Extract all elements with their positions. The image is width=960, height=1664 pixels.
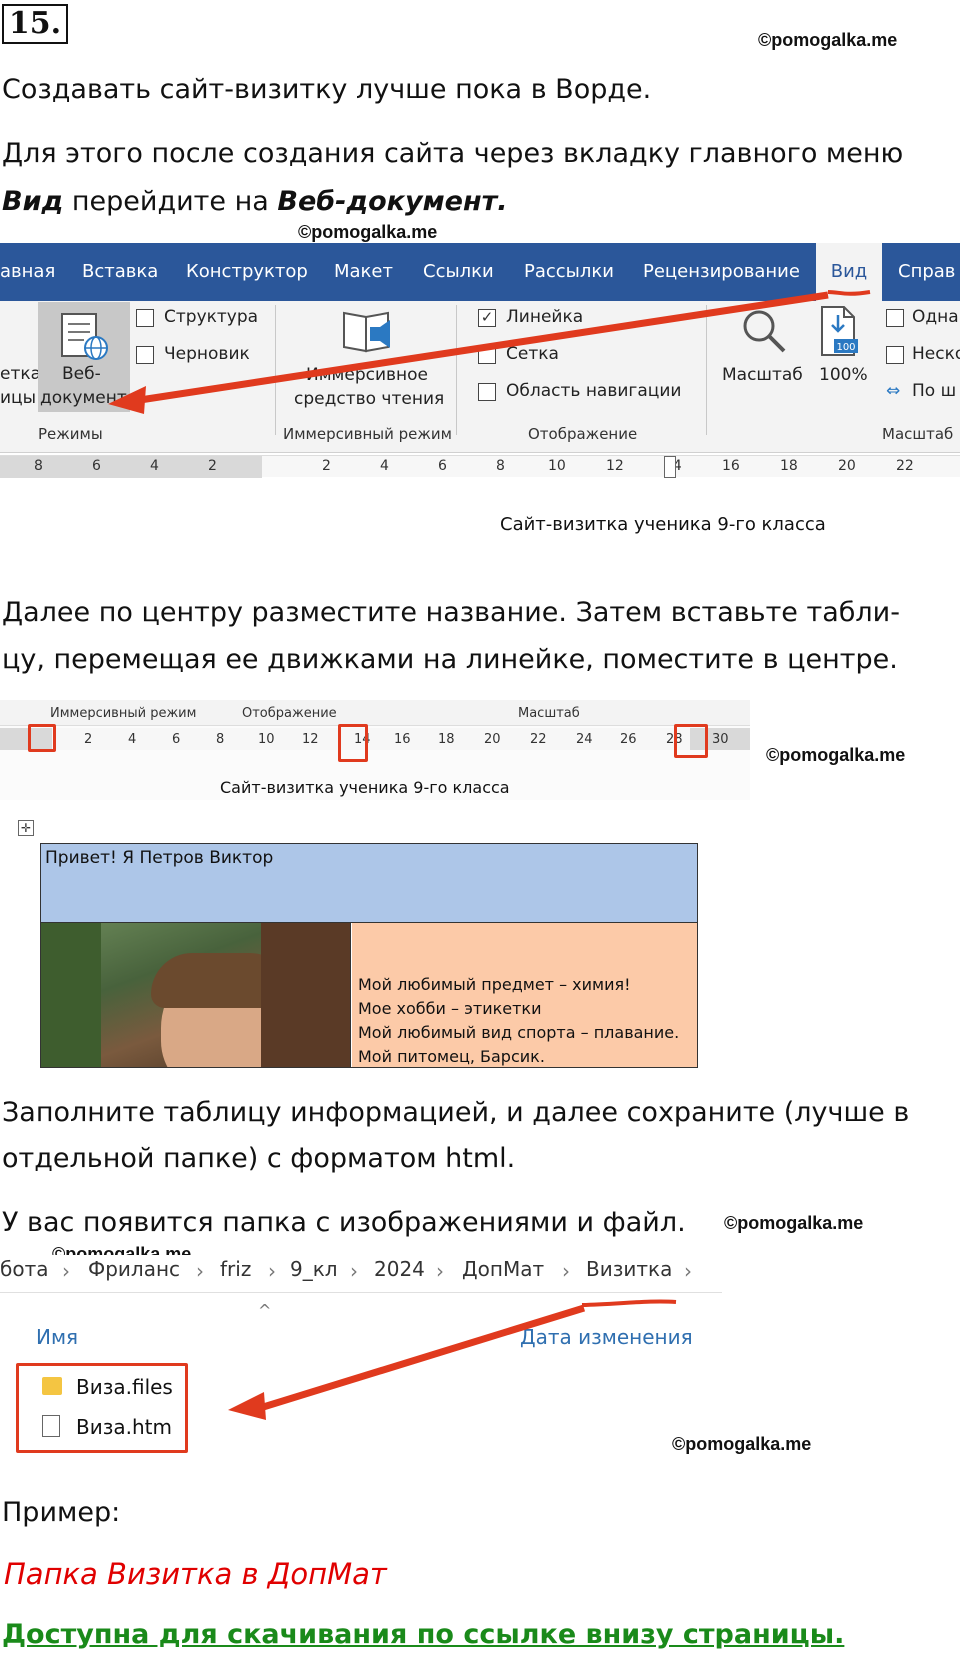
ruler-tick: 30 [712, 732, 729, 747]
paragraph-save-line1: Заполните таблицу информацией, и далее с… [2, 1097, 910, 1128]
document-title: Сайт-визитка ученика 9-го класса [220, 778, 510, 797]
download-link[interactable]: Доступна для скачивания по ссылке внизу … [2, 1619, 844, 1650]
paragraph-result: У вас появится папка с изображениями и ф… [2, 1207, 686, 1238]
info-line: Мой питомец, Барсик. [358, 1047, 545, 1066]
ruler-tick: 2 [208, 458, 217, 474]
student-photo [41, 923, 351, 1067]
ruler-tick: 20 [484, 732, 501, 747]
center-marker-highlight [338, 724, 368, 762]
right-marker-highlight [674, 724, 708, 758]
example-label: Пример: [2, 1497, 121, 1528]
pointer-arrow-1 [108, 290, 871, 414]
ruler[interactable]: 2 4 6 8 10 12 14 16 18 20 22 24 26 28 30 [0, 728, 750, 750]
ruler-tick: 18 [438, 732, 455, 747]
ruler-tick: 20 [838, 458, 856, 474]
ruler-tick: 12 [606, 458, 624, 474]
info-line: Мое хобби – этикетки [358, 999, 542, 1018]
ruler-tick: 10 [548, 458, 566, 474]
ruler-tick: 22 [896, 458, 914, 474]
watermark: ©pomogalka.me [672, 1434, 812, 1454]
web-card-table: Привет! Я Петров Виктор Мой любимый пред… [40, 843, 698, 1068]
ruler-tick: 4 [380, 458, 389, 474]
ruler-tick: 16 [394, 732, 411, 747]
group-label: Отображение [242, 706, 337, 721]
watermark: ©pomogalka.me [724, 1213, 864, 1233]
table-move-handle-icon[interactable]: ✛ [18, 820, 34, 836]
ruler-tick: 22 [530, 732, 547, 747]
photo-plant [41, 923, 101, 1067]
ruler-tick: 2 [84, 732, 93, 747]
paragraph-table-line2: цу, перемещая ее движками на линейке, по… [2, 644, 898, 675]
pointer-arrow-2 [228, 1299, 677, 1420]
info-line: Мой любимый вид спорта – плавание. [358, 1023, 680, 1042]
group-label: Масштаб [518, 706, 580, 721]
ruler-tick: 6 [172, 732, 181, 747]
paragraph-save-line2: отдельной папке) с форматом html. [2, 1143, 516, 1174]
example-link-part: пка Визитка в ДопМат [43, 1557, 387, 1591]
ribbon-groups-strip: Иммерсивный режим Отображение Масштаб [0, 700, 750, 726]
ruler-tick: 2 [322, 458, 331, 474]
ruler-tick: 6 [92, 458, 101, 474]
left-marker-highlight [28, 724, 56, 752]
table-header-text: Привет! Я Петров Виктор [45, 848, 274, 868]
ruler-tick: 16 [722, 458, 740, 474]
ruler-tick: 12 [302, 732, 319, 747]
ruler-tick: 6 [438, 458, 447, 474]
paragraph-table-line1: Далее по центру разместите название. Зат… [2, 597, 900, 628]
watermark: ©pomogalka.me [766, 745, 906, 765]
info-line: Мой любимый предмет – химия! [358, 975, 631, 994]
ruler-tick: 8 [216, 732, 225, 747]
document-title: Сайт-визитка ученика 9-го класса [500, 514, 826, 535]
group-label: Иммерсивный режим [50, 706, 197, 721]
example-folder-link[interactable]: Папка Визитка в ДопМат [4, 1557, 387, 1591]
ruler-tick: 10 [258, 732, 275, 747]
ruler-tick: 8 [34, 458, 43, 474]
ruler-tick: 24 [576, 732, 593, 747]
photo-cabinet [261, 923, 350, 1067]
ruler-tick: 4 [128, 732, 137, 747]
ruler-tick: 26 [620, 732, 637, 747]
ruler-tick: 8 [496, 458, 505, 474]
table-header-cell: Привет! Я Петров Виктор [41, 844, 697, 923]
ruler-tick: 18 [780, 458, 798, 474]
table-info-cell: Мой любимый предмет – химия! Мое хобби –… [352, 923, 697, 1067]
ruler-tick: 4 [150, 458, 159, 474]
example-link-part: Па [4, 1557, 44, 1591]
